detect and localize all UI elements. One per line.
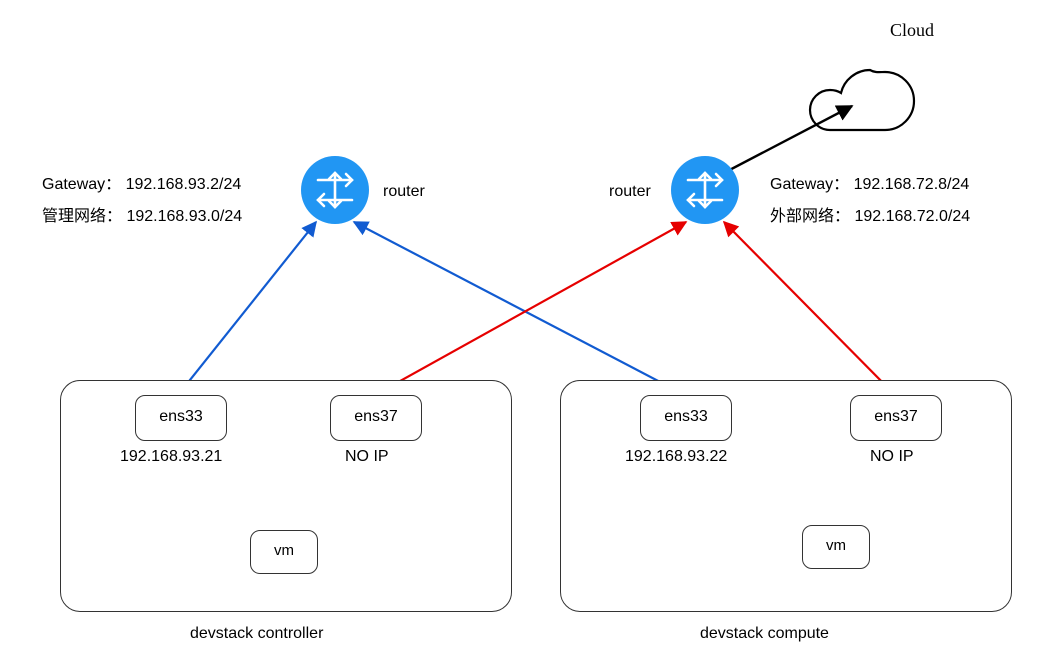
cloud-icon [810, 70, 914, 130]
comp-ens37-ip: NO IP [870, 448, 914, 466]
left-gateway-key: Gateway： [42, 176, 121, 193]
link-ctrl-ens33-mgmt [178, 222, 316, 395]
link-ctrl-ens37-ext [375, 222, 686, 395]
right-net-key: 外部网络： [770, 208, 850, 225]
right-gateway-key: Gateway： [770, 176, 849, 193]
left-gateway-val: 192.168.93.2/24 [126, 176, 242, 193]
node-controller [60, 380, 512, 612]
cloud-label: Cloud [890, 20, 934, 41]
ctrl-caption: devstack controller [190, 625, 323, 643]
right-gateway-val: 192.168.72.8/24 [854, 176, 970, 193]
right-net: 外部网络： 192.168.72.0/24 [770, 202, 970, 226]
ctrl-ens37: ens37 [330, 395, 422, 441]
link-router-cloud [720, 106, 852, 175]
router-left-label: router [383, 183, 425, 201]
comp-caption: devstack compute [700, 625, 829, 643]
comp-ens33: ens33 [640, 395, 732, 441]
router-left-icon [301, 156, 369, 224]
link-comp-ens33-mgmt [354, 222, 685, 395]
right-net-val: 192.168.72.0/24 [854, 208, 970, 225]
left-net-key: 管理网络： [42, 208, 122, 225]
right-gateway: Gateway： 192.168.72.8/24 [770, 170, 969, 194]
ctrl-vm: vm [250, 530, 318, 574]
left-net-val: 192.168.93.0/24 [126, 208, 242, 225]
ctrl-ens33-ip: 192.168.93.21 [120, 448, 222, 466]
router-right-label: router [609, 183, 651, 201]
left-gateway: Gateway： 192.168.93.2/24 [42, 170, 241, 194]
left-net: 管理网络： 192.168.93.0/24 [42, 202, 242, 226]
comp-ens33-ip: 192.168.93.22 [625, 448, 727, 466]
comp-vm: vm [802, 525, 870, 569]
node-compute [560, 380, 1012, 612]
comp-ens37: ens37 [850, 395, 942, 441]
ctrl-ens37-ip: NO IP [345, 448, 389, 466]
ctrl-ens33: ens33 [135, 395, 227, 441]
router-right-icon [671, 156, 739, 224]
link-comp-ens37-ext [724, 222, 895, 395]
